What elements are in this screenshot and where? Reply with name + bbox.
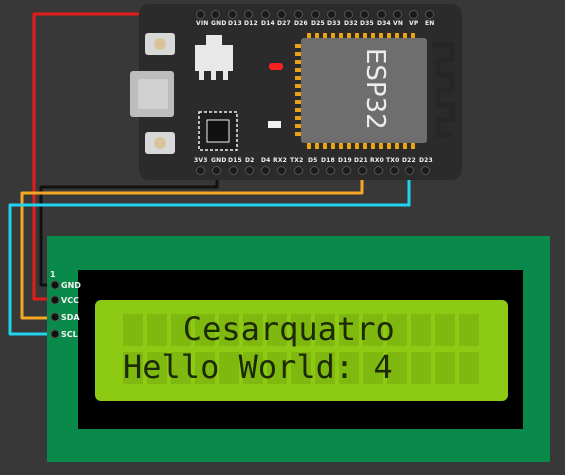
lcd-pin-label-gnd: GND (61, 281, 81, 290)
lcd-pin-label-sda: SDA (61, 313, 80, 322)
lcd-pin-header (50, 280, 60, 339)
lcd-pin-label-scl: SCL (61, 330, 78, 339)
lcd-pin-vcc-socket[interactable] (50, 295, 60, 305)
lcd-pin-gnd-socket[interactable] (50, 280, 60, 290)
lcd-pin-scl-socket[interactable] (50, 329, 60, 339)
lcd-pin-label-vcc: VCC (61, 296, 79, 305)
lcd-pin-sda-socket[interactable] (50, 312, 60, 322)
